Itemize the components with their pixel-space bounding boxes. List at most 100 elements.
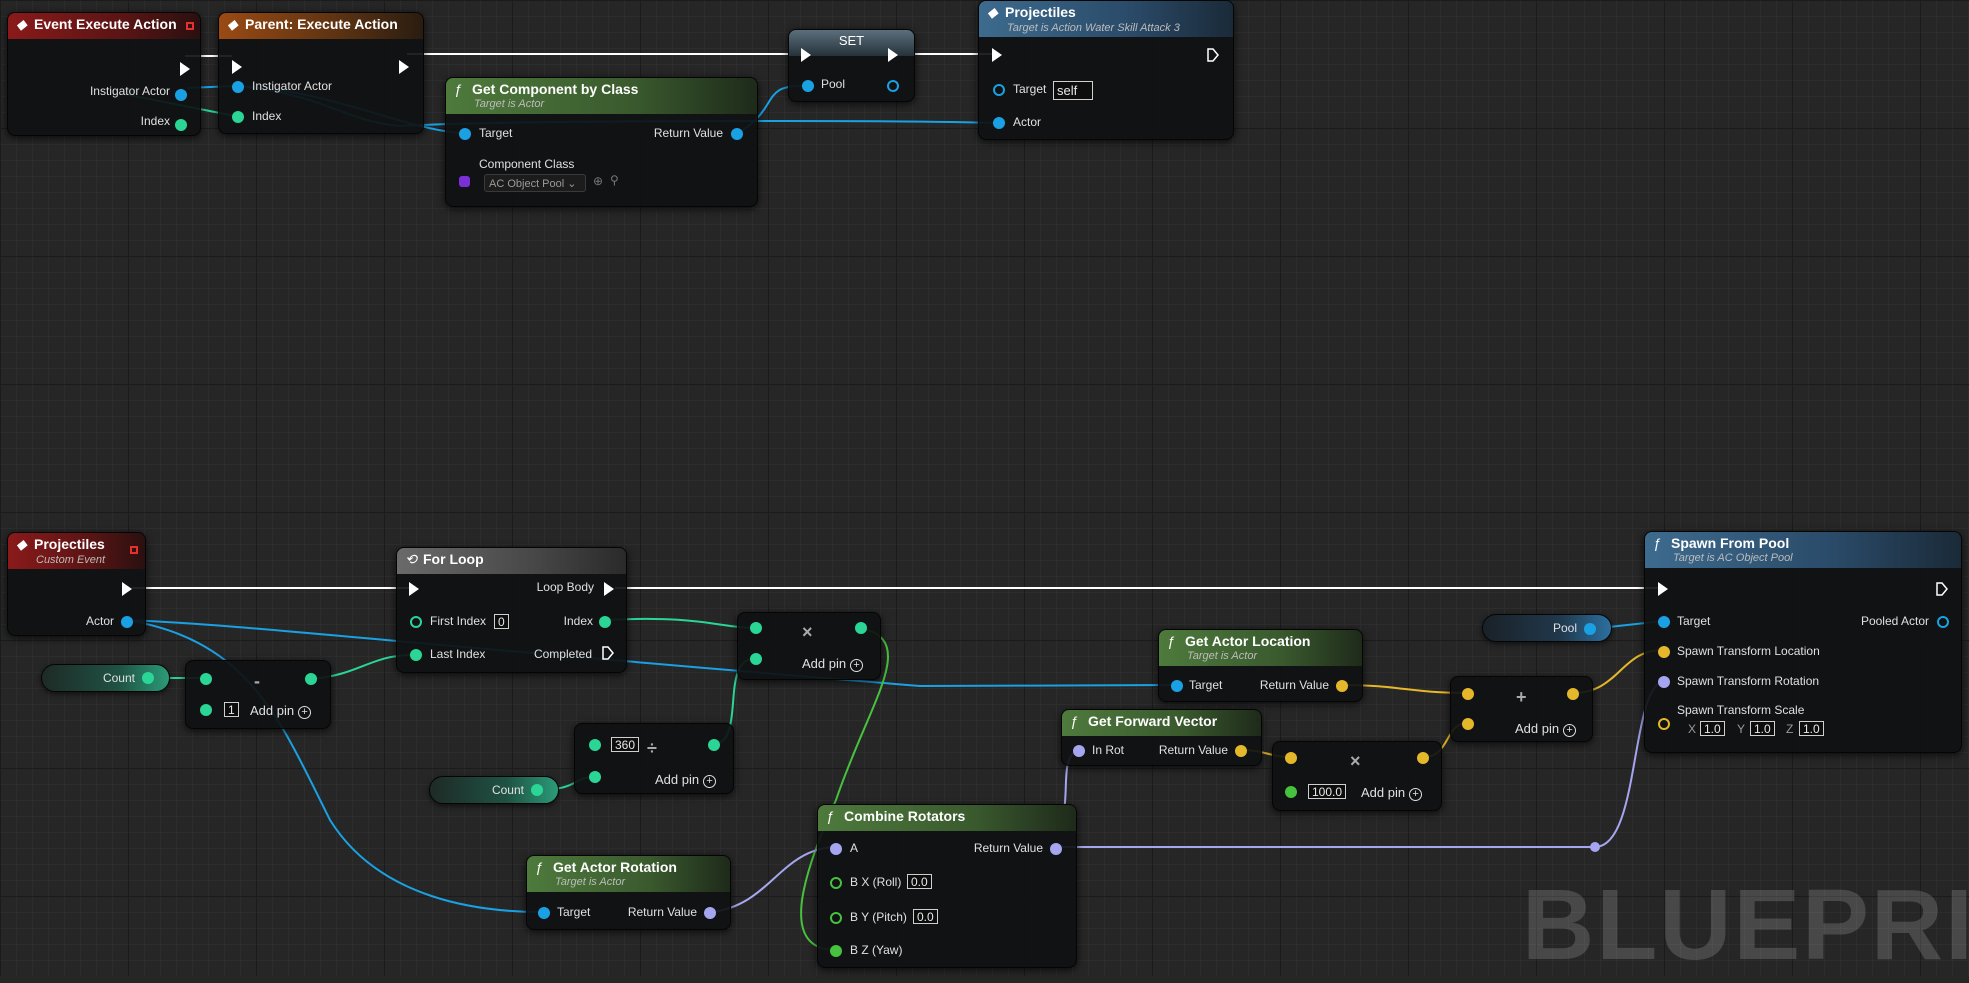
target-pin[interactable]	[1171, 680, 1183, 692]
first-index-value-field[interactable]: 0	[494, 614, 509, 629]
parent-execute-action-node[interactable]: ◆ Parent: Execute Action Instigator Actor…	[218, 12, 424, 134]
pool-in-pin[interactable]	[802, 80, 814, 92]
bx-value-field[interactable]: 0.0	[907, 874, 932, 889]
last-index-pin[interactable]	[410, 649, 422, 661]
add-pin-button[interactable]: Add pin +	[802, 656, 864, 672]
instigator-actor-pin[interactable]	[175, 89, 187, 101]
target-pin[interactable]	[538, 907, 550, 919]
return-value-pin[interactable]	[1050, 843, 1062, 855]
exec-in-pin[interactable]	[992, 48, 1002, 62]
get-actor-location-node[interactable]: ƒ Get Actor Location Target is Actor Targe…	[1158, 629, 1363, 702]
scale-z-field[interactable]: 1.0	[1799, 721, 1824, 736]
spawn-scale-pin[interactable]	[1658, 718, 1670, 730]
exec-out-pin[interactable]	[399, 60, 409, 74]
exec-out-pin[interactable]	[1207, 48, 1219, 62]
delegate-pin[interactable]	[130, 546, 138, 554]
b-pin[interactable]	[200, 704, 212, 716]
projectiles-function-call-node[interactable]: ◆ Projectiles Target is Action Water Skill…	[978, 0, 1234, 140]
get-forward-vector-node[interactable]: ƒ Get Forward Vector In Rot Return Value	[1061, 709, 1262, 766]
result-pin[interactable]	[305, 673, 317, 685]
target-pin[interactable]	[993, 84, 1005, 96]
b-pin[interactable]	[1462, 718, 1474, 730]
add-pin-button[interactable]: Add pin +	[1515, 721, 1577, 737]
result-pin[interactable]	[855, 622, 867, 634]
index-pin[interactable]	[175, 119, 187, 131]
multiply-integer-node[interactable]: × Add pin +	[737, 612, 881, 680]
exec-out-pin[interactable]	[180, 62, 190, 76]
a-pin[interactable]	[750, 622, 762, 634]
count-out-pin[interactable]	[142, 672, 154, 684]
get-actor-rotation-node[interactable]: ƒ Get Actor Rotation Target is Actor Targe…	[526, 855, 731, 930]
spawn-rotation-pin[interactable]	[1658, 676, 1670, 688]
exec-out-pin[interactable]	[122, 582, 132, 596]
index-pin[interactable]	[232, 111, 244, 123]
a-pin[interactable]	[589, 739, 601, 751]
instigator-actor-pin[interactable]	[232, 81, 244, 93]
count-variable-node[interactable]: Count	[429, 776, 559, 804]
exec-in-pin[interactable]	[1658, 582, 1668, 596]
scale-y-field[interactable]: 1.0	[1750, 721, 1775, 736]
a-pin[interactable]	[1285, 752, 1297, 764]
index-out-pin[interactable]	[599, 616, 611, 628]
bx-roll-pin[interactable]	[830, 877, 842, 889]
set-pool-node[interactable]: SET Pool	[788, 29, 915, 102]
exec-in-pin[interactable]	[409, 582, 419, 596]
return-value-pin[interactable]	[704, 907, 716, 919]
count-out-pin[interactable]	[531, 784, 543, 796]
get-component-by-class-node[interactable]: ƒ Get Component by Class Target is Actor T…	[445, 77, 758, 207]
pooled-actor-pin[interactable]	[1937, 616, 1949, 628]
projectiles-custom-event-node[interactable]: ◆ Projectiles Custom Event Actor	[7, 532, 146, 636]
actor-pin[interactable]	[121, 616, 133, 628]
browse-icon[interactable]: ⊕	[593, 174, 603, 188]
b-value-field[interactable]: 100.0	[1308, 784, 1347, 799]
component-class-pin[interactable]	[459, 176, 470, 187]
by-pitch-pin[interactable]	[830, 912, 842, 924]
return-value-pin[interactable]	[731, 128, 743, 140]
b-pin[interactable]	[589, 771, 601, 783]
loop-body-exec-pin[interactable]	[604, 582, 614, 596]
spawn-from-pool-node[interactable]: ƒ Spawn From Pool Target is AC Object Pool…	[1644, 531, 1962, 753]
subtract-node[interactable]: - 1 Add pin +	[185, 660, 331, 729]
exec-out-pin[interactable]	[888, 48, 898, 62]
add-vector-node[interactable]: + Add pin +	[1450, 676, 1593, 742]
first-index-pin[interactable]	[410, 616, 422, 628]
by-value-field[interactable]: 0.0	[913, 909, 938, 924]
b-value-field[interactable]: 1	[224, 702, 239, 717]
count-variable-node[interactable]: Count	[41, 664, 170, 692]
combine-rotators-node[interactable]: ƒ Combine Rotators A Return Value B X (Ro…	[817, 804, 1077, 968]
pool-out-pin[interactable]	[1584, 623, 1596, 635]
result-pin[interactable]	[1417, 752, 1429, 764]
a-value-field[interactable]: 360	[611, 737, 640, 752]
search-icon[interactable]: ⚲	[610, 173, 619, 187]
target-pin[interactable]	[1658, 616, 1670, 628]
a-pin[interactable]	[200, 673, 212, 685]
multiply-vector-node[interactable]: × 100.0 Add pin +	[1272, 741, 1442, 811]
return-value-pin[interactable]	[1336, 680, 1348, 692]
add-pin-button[interactable]: Add pin +	[1361, 785, 1423, 801]
target-pin[interactable]	[459, 128, 471, 140]
for-loop-node[interactable]: ⟲ For Loop Loop Body First Index 0 Index …	[396, 547, 627, 673]
add-pin-button[interactable]: Add pin +	[250, 703, 312, 719]
add-pin-button[interactable]: Add pin +	[655, 772, 717, 788]
exec-in-pin[interactable]	[801, 48, 811, 62]
event-execute-action-node[interactable]: ◆ Event Execute Action Instigator Actor I…	[7, 12, 201, 136]
exec-in-pin[interactable]	[232, 60, 242, 74]
exec-out-pin[interactable]	[1936, 582, 1948, 596]
return-value-pin[interactable]	[1235, 745, 1247, 757]
in-rot-pin[interactable]	[1073, 745, 1085, 757]
b-pin[interactable]	[750, 653, 762, 665]
a-pin[interactable]	[830, 843, 842, 855]
pool-variable-node[interactable]: Pool	[1482, 614, 1612, 642]
pool-out-pin[interactable]	[887, 80, 899, 92]
component-class-dropdown[interactable]: AC Object Pool ⌄	[484, 174, 586, 192]
b-pin[interactable]	[1285, 786, 1297, 798]
scale-x-field[interactable]: 1.0	[1700, 721, 1725, 736]
a-pin[interactable]	[1462, 688, 1474, 700]
bz-yaw-pin[interactable]	[830, 945, 842, 957]
delegate-pin[interactable]	[186, 22, 194, 30]
divide-node[interactable]: 360 ÷ Add pin +	[574, 723, 734, 794]
target-value-field[interactable]: self	[1053, 81, 1093, 100]
spawn-location-pin[interactable]	[1658, 646, 1670, 658]
result-pin[interactable]	[1567, 688, 1579, 700]
result-pin[interactable]	[708, 739, 720, 751]
